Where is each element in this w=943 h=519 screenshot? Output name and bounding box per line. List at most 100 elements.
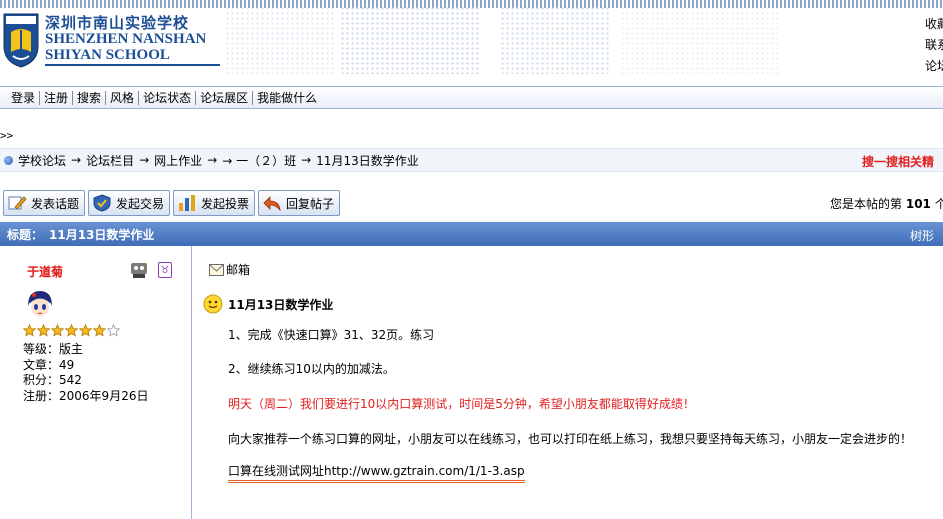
pencil-icon	[7, 194, 27, 212]
reply-button[interactable]: 回复帖子	[258, 190, 341, 216]
header-link-contact[interactable]: 联系	[925, 35, 943, 56]
post-title: 11月13日数学作业	[228, 297, 334, 312]
avatar	[24, 289, 56, 321]
level-label: 等级：	[23, 342, 60, 356]
author-level-row: 等级：版主	[23, 342, 148, 358]
bullet-icon	[4, 155, 13, 165]
view-count-suffix: 个	[934, 197, 943, 211]
forum-menu-bar: 登录 注册 搜索 风格 论坛状态 论坛展区 我能做什么	[0, 86, 943, 109]
star-filled-icon	[23, 324, 36, 337]
post-actions: 发表话题 发起交易 发起投票 回复帖子	[3, 190, 341, 216]
menu-separator	[138, 90, 140, 105]
breadcrumb-forum-sections[interactable]: 论坛栏目	[86, 152, 134, 169]
mail-icon	[209, 263, 224, 276]
menu-style[interactable]: 风格	[107, 89, 137, 106]
menu-register[interactable]: 注册	[41, 89, 71, 106]
header-links: 收藏 联系 论坛	[925, 14, 943, 77]
menu-separator	[195, 90, 197, 105]
breadcrumb-arrow: →	[301, 153, 312, 167]
author-name[interactable]: 于道菊	[27, 263, 63, 280]
menu-separator	[39, 90, 41, 105]
school-name-en-line2: SHIYAN SCHOOL	[45, 47, 170, 63]
author-posts-row: 文章：49	[23, 358, 148, 374]
posts-value: 49	[59, 357, 75, 372]
menu-forum-gallery[interactable]: 论坛展区	[197, 89, 251, 106]
banner-pattern	[340, 6, 480, 74]
mail-link[interactable]: 邮箱	[209, 261, 250, 278]
breadcrumb-arrow: →	[71, 153, 82, 167]
header-link-forum[interactable]: 论坛	[925, 56, 943, 77]
star-filled-icon	[51, 324, 64, 337]
breadcrumb-arrow: →	[207, 153, 218, 167]
menu-separator	[105, 90, 107, 105]
banner-pattern	[500, 6, 610, 74]
banner-pattern	[620, 6, 780, 74]
new-trade-label: 发起交易	[116, 196, 165, 211]
post-container: 于道菊 ♉ 等级：版主 文章：49 积分：542 注册：2006年9月26日 邮…	[0, 246, 943, 519]
menu-search[interactable]: 搜索	[74, 89, 104, 106]
new-topic-button[interactable]: 发表话题	[3, 190, 86, 216]
topic-title-label: 标题：	[7, 227, 44, 242]
post-line-1: 1、完成《快速口算》31、32页。练习	[228, 328, 435, 342]
menu-separator	[252, 90, 254, 105]
post-heading: 11月13日数学作业	[203, 294, 333, 314]
menu-forum-status[interactable]: 论坛状态	[140, 89, 194, 106]
new-trade-button[interactable]: 发起交易	[88, 190, 171, 216]
new-poll-label: 发起投票	[201, 196, 250, 211]
post-body: 邮箱 11月13日数学作业 1、完成《快速口算》31、32页。练习 2、继续练习…	[193, 246, 943, 519]
breadcrumb-school-forum[interactable]: 学校论坛	[18, 152, 66, 169]
logo-underline	[45, 64, 220, 66]
online-status-icon	[131, 263, 147, 278]
registered-label: 注册：	[23, 388, 60, 403]
new-poll-button[interactable]: 发起投票	[173, 190, 256, 216]
registered-value: 2006年9月26日	[59, 388, 149, 403]
post-line-3-notice: 明天（周二）我们要进行10以内口算测试，时间是5分钟，希望小朋友都能取得好成绩！	[228, 397, 695, 411]
header-link-favorite[interactable]: 收藏	[925, 14, 943, 35]
rating-stars	[23, 324, 120, 337]
posts-label: 文章：	[23, 357, 60, 372]
tree-view-link[interactable]: 树形	[910, 227, 934, 244]
school-name-cn: 深圳市南山实验学校	[45, 14, 190, 32]
site-header: 深圳市南山实验学校 SHENZHEN NANSHAN SHIYAN SCHOOL…	[0, 0, 943, 78]
related-search-link[interactable]: 搜一搜相关精	[862, 153, 934, 170]
view-count-number: 101	[905, 197, 931, 211]
author-panel: 于道菊 ♉ 等级：版主 文章：49 积分：542 注册：2006年9月26日	[0, 246, 192, 519]
view-count: 您是本帖的第 101 个	[830, 195, 943, 212]
breadcrumb-online-homework[interactable]: 网上作业	[154, 152, 202, 169]
breadcrumb-current-topic: 11月13日数学作业	[316, 153, 419, 168]
star-filled-icon	[79, 324, 92, 337]
points-label: 积分：	[23, 373, 60, 387]
star-filled-icon	[37, 324, 50, 337]
smile-icon	[203, 294, 223, 314]
school-logo-icon	[3, 13, 39, 68]
view-count-prefix: 您是本帖的第	[830, 197, 903, 211]
nav-marker: >>	[0, 129, 14, 142]
breadcrumb-arrow: →	[139, 153, 150, 167]
post-line-2: 2、继续练习10以内的加减法。	[228, 362, 395, 376]
post-line-4: 向大家推荐一个练习口算的网址，小朋友可以在线练习，也可以打印在纸上练习，我想只要…	[228, 432, 913, 446]
banner-pattern	[225, 6, 335, 74]
gender-icon: ♉	[158, 262, 172, 278]
topic-title: 11月13日数学作业	[49, 227, 155, 242]
reply-icon	[262, 194, 282, 212]
menu-login[interactable]: 登录	[8, 89, 38, 106]
star-filled-icon	[65, 324, 78, 337]
reply-label: 回复帖子	[286, 196, 335, 211]
level-value: 版主	[59, 342, 84, 356]
new-topic-label: 发表话题	[31, 196, 80, 211]
breadcrumb: 学校论坛 → 论坛栏目 → 网上作业 → → 一（２）班 → 11月13日数学作…	[0, 148, 943, 172]
author-registered-row: 注册：2006年9月26日	[23, 389, 148, 405]
author-points-row: 积分：542	[23, 373, 148, 389]
breadcrumb-class[interactable]: → 一（２）班	[222, 152, 296, 169]
menu-help[interactable]: 我能做什么	[254, 89, 320, 106]
author-info: 等级：版主 文章：49 积分：542 注册：2006年9月26日	[23, 342, 148, 404]
topic-title-bar: 标题： 11月13日数学作业 树形	[0, 222, 943, 246]
practice-link[interactable]: 口算在线测试网址http://www.gztrain.com/1/1-3.asp	[228, 464, 525, 483]
menu-separator	[72, 90, 74, 105]
bar-chart-icon	[177, 194, 197, 212]
star-filled-icon	[93, 324, 106, 337]
mail-label: 邮箱	[226, 263, 251, 277]
points-value: 542	[59, 373, 82, 387]
school-name-en-line1: SHENZHEN NANSHAN	[45, 31, 207, 47]
star-empty-icon	[107, 324, 120, 337]
